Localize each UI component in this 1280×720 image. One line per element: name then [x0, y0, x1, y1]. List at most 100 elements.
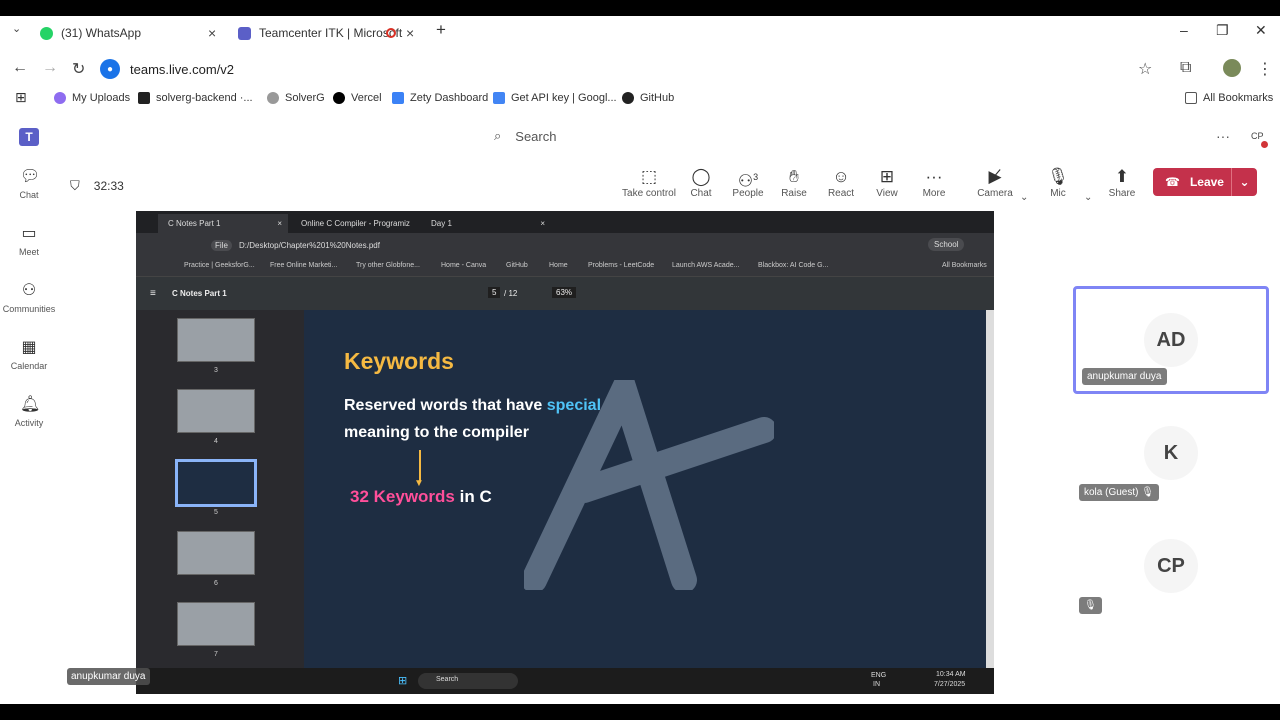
- bookmark-item[interactable]: Zety Dashboard: [392, 92, 488, 104]
- reload-icon[interactable]: ↻: [72, 59, 85, 79]
- folder-icon: [1185, 92, 1197, 104]
- presenter-label: anupkumar duya: [67, 668, 150, 685]
- pointer-icon: ⬚: [640, 167, 658, 186]
- url-text: teams.live.com/v2: [130, 61, 235, 77]
- share-icon: ⬆: [1114, 167, 1130, 186]
- search-box[interactable]: ⌕ Search: [494, 128, 556, 144]
- google-ai-icon: [493, 92, 505, 104]
- communities-icon: ⚇: [21, 282, 37, 299]
- participant-tile[interactable]: AD anupkumar duya: [1073, 286, 1269, 394]
- apps-icon[interactable]: ⊞: [15, 89, 27, 106]
- teams-icon: [238, 26, 251, 40]
- mic-off-icon: 🎙︎: [1079, 597, 1102, 614]
- tab-whatsapp[interactable]: (31) WhatsApp ×: [40, 20, 220, 46]
- slide-title: Keywords: [344, 348, 454, 374]
- meeting-toolbar: ⛉ 32:33 ⬚ Take control ◯ Chat ⚇3 People ✋︎ R…: [58, 160, 1280, 218]
- avatar: K: [1144, 426, 1198, 480]
- status-dot: [1261, 141, 1268, 148]
- avatar: AD: [1144, 313, 1198, 367]
- thumbnail: [177, 531, 255, 575]
- rail-activity[interactable]: 🔔︎ Activity: [0, 396, 58, 428]
- phone-icon: ☎: [1165, 175, 1180, 189]
- bell-icon: 🔔︎: [20, 396, 41, 413]
- tab-search-icon[interactable]: ⌄: [12, 22, 21, 35]
- whatsapp-icon: [40, 26, 53, 40]
- mic-off-icon: 🎙︎: [1047, 167, 1069, 186]
- shared-tab: Day 1 ×: [431, 219, 545, 228]
- pdf-thumbnails: 3 4 5 6 7: [136, 310, 304, 668]
- take-control-button[interactable]: ⬚ Take control: [619, 166, 679, 199]
- user-avatar[interactable]: CP: [1251, 131, 1264, 141]
- back-icon[interactable]: ←: [12, 59, 28, 77]
- close-tab-icon[interactable]: ×: [208, 25, 216, 41]
- shared-tab: C Notes Part 1 ×: [158, 214, 288, 233]
- mic-active-icon: ●: [100, 59, 120, 79]
- participant-name: anupkumar duya: [1082, 368, 1167, 385]
- chevron-down-icon[interactable]: ⌄: [1231, 168, 1257, 196]
- slide-keywords: 32 Keywords in C: [350, 487, 492, 506]
- forward-icon[interactable]: →: [42, 59, 58, 77]
- zety-icon: [392, 92, 404, 104]
- chat-icon: 💬︎: [20, 168, 41, 185]
- uploads-icon: [54, 92, 66, 104]
- rail-calendar[interactable]: ▦ Calendar: [0, 339, 58, 371]
- meeting-timer: ⛉ 32:33: [70, 178, 124, 193]
- tab-teams[interactable]: Teamcenter ITK | Microsoft ×: [238, 20, 428, 46]
- render-icon: [138, 92, 150, 104]
- bookmark-item[interactable]: solverg-backend ·...: [138, 92, 253, 104]
- mic-button[interactable]: 🎙︎ Mic: [1028, 166, 1088, 199]
- bookmark-item[interactable]: Get API key | Googl...: [493, 92, 617, 104]
- pdf-page: Keywords Reserved words that have specia…: [304, 310, 986, 668]
- bookmark-item[interactable]: Vercel: [333, 92, 382, 104]
- globe-icon: [267, 92, 279, 104]
- windows-icon: ⊞: [398, 675, 408, 687]
- menu-icon[interactable]: ⋮: [1257, 59, 1273, 79]
- rail-meet[interactable]: ▭ Meet: [0, 225, 58, 257]
- close-tab-icon[interactable]: ×: [406, 25, 414, 41]
- teams-logo-icon[interactable]: T: [19, 128, 39, 146]
- participant-name: kola (Guest) 🎙︎: [1079, 484, 1159, 501]
- search-input[interactable]: Search: [515, 129, 556, 144]
- search-icon: ⌕: [494, 128, 502, 143]
- rail-chat[interactable]: 💬︎ Chat: [0, 168, 58, 200]
- bookmark-item[interactable]: GitHub: [622, 92, 674, 104]
- more-options-icon[interactable]: ···: [1216, 128, 1230, 144]
- camera-off-icon: ▶̸: [988, 167, 1002, 186]
- bookmark-item[interactable]: SolverG: [267, 92, 325, 104]
- bookmark-item[interactable]: My Uploads: [54, 92, 130, 104]
- pdf-toolbar: ≡ C Notes Part 1 5 / 12 63%: [136, 277, 994, 310]
- new-tab-icon[interactable]: +: [436, 20, 446, 40]
- calendar-icon: ▦: [21, 339, 37, 356]
- video-icon: ▭: [21, 225, 37, 242]
- rail-communities[interactable]: ⚇ Communities: [0, 282, 58, 314]
- all-bookmarks[interactable]: All Bookmarks: [1185, 92, 1273, 104]
- star-icon[interactable]: ☆: [1138, 59, 1152, 79]
- thumbnail: [177, 318, 255, 362]
- shared-address-bar: File D:/Desktop/Chapter%201%20Notes.pdf …: [136, 233, 994, 257]
- tab-label: Teamcenter ITK | Microsoft: [259, 26, 403, 40]
- teams-header: T ⌕ Search ··· CP: [0, 114, 1280, 160]
- restore-icon[interactable]: ❐: [1216, 22, 1229, 39]
- thumbnail: [177, 602, 255, 646]
- close-window-icon[interactable]: ✕: [1255, 22, 1267, 39]
- tab-label: (31) WhatsApp: [61, 26, 142, 40]
- leave-button[interactable]: ☎ Leave ⌄: [1153, 168, 1257, 196]
- browser-window: ⌄ (31) WhatsApp × Teamcenter ITK | Micro…: [0, 16, 1280, 704]
- share-button[interactable]: ⬆ Share: [1092, 166, 1152, 199]
- vercel-icon: [333, 92, 345, 104]
- address-bar: ← → ↻ ● teams.live.com/v2 ☆ ⧉ ⋮: [0, 50, 1280, 86]
- profile-avatar[interactable]: [1223, 59, 1241, 77]
- thumbnail: [177, 389, 255, 433]
- participant-tile[interactable]: CP 🎙︎: [1073, 512, 1269, 620]
- avatar: CP: [1144, 539, 1198, 593]
- url-field[interactable]: ● teams.live.com/v2: [100, 56, 1150, 82]
- camera-button[interactable]: ▶̸ Camera: [965, 166, 1025, 199]
- minimize-icon[interactable]: –: [1180, 22, 1188, 38]
- participant-tile[interactable]: K kola (Guest) 🎙︎: [1073, 399, 1269, 507]
- thumbnail-selected: [175, 459, 257, 507]
- extensions-icon[interactable]: ⧉: [1180, 59, 1191, 77]
- scrollbar: [986, 310, 994, 668]
- tab-strip: ⌄ (31) WhatsApp × Teamcenter ITK | Micro…: [0, 16, 1280, 50]
- shield-icon: ⛉: [70, 178, 80, 193]
- more-button[interactable]: ··· More: [904, 166, 964, 199]
